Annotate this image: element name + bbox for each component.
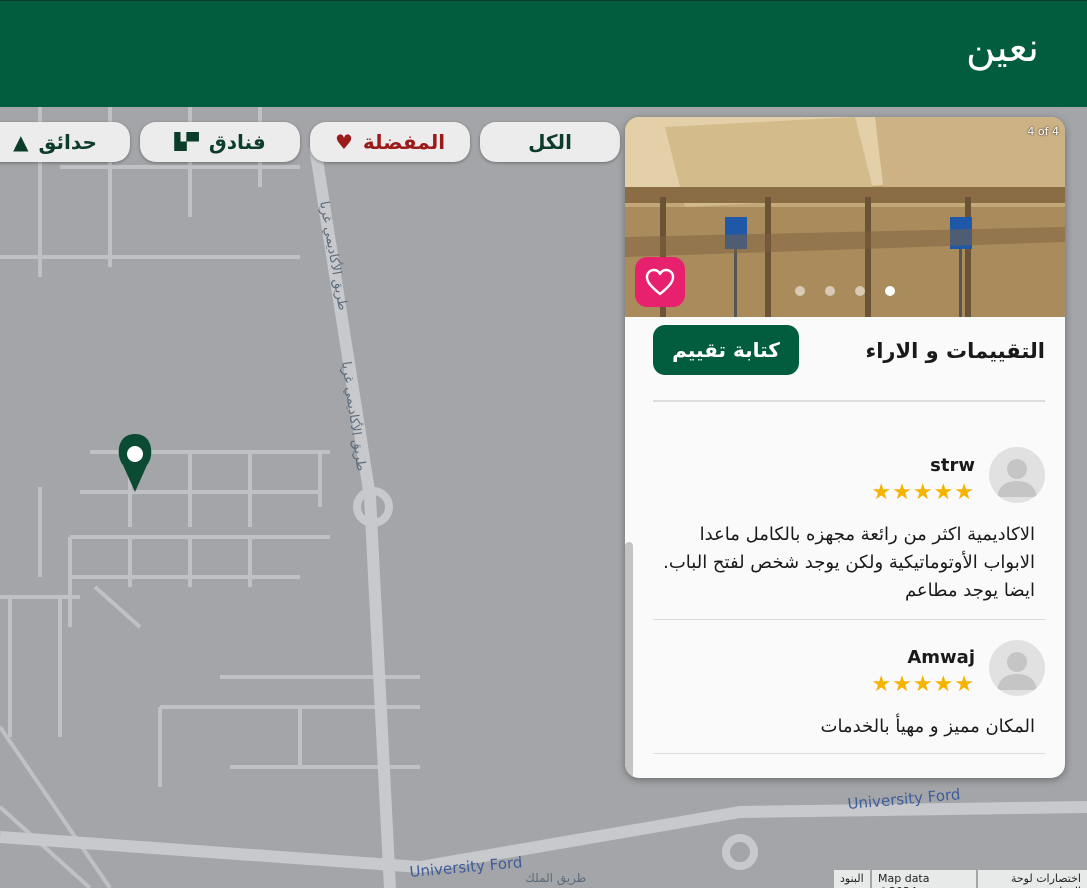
tree-icon: ▲: [13, 130, 29, 154]
carousel-dots: [795, 286, 895, 296]
filter-parks-chip[interactable]: حدائق ▲: [0, 122, 130, 162]
rating-stars: ★★★★★: [871, 480, 975, 505]
carousel-dot[interactable]: [795, 286, 805, 296]
terms-link[interactable]: البنود: [834, 870, 870, 888]
review-author: Amwaj: [907, 647, 975, 668]
carousel-dot[interactable]: [825, 286, 835, 296]
avatar: [989, 447, 1045, 503]
filter-favorites-label: المفضلة: [362, 130, 446, 154]
divider: [653, 619, 1045, 620]
photo-counter: 4 of 4: [1027, 125, 1059, 138]
reviews-title: التقييمات و الاراء: [865, 339, 1045, 363]
carousel-dot[interactable]: [855, 286, 865, 296]
rating-stars: ★★★★★: [871, 672, 975, 697]
avatar: [989, 640, 1045, 696]
road-label: طريق الأكاديمي غربا: [338, 360, 370, 472]
map-pin-icon[interactable]: [118, 434, 152, 492]
place-details-panel: 4 of 4 التقييمات و الاراء كتابة تقييم st…: [625, 117, 1065, 778]
road-label: طريق الأكاديمي غربا: [316, 200, 352, 312]
divider: [653, 753, 1045, 754]
scrollbar-thumb[interactable]: [625, 542, 633, 778]
favorite-button[interactable]: [635, 257, 685, 307]
filter-hotels-label: فنادق: [208, 130, 266, 154]
app-header: نعين: [0, 0, 1087, 107]
filter-all-chip[interactable]: الكل: [480, 122, 620, 162]
user-avatar-icon: [997, 459, 1037, 497]
review-item: strw ★★★★★ الاكاديمية اكثر من رائعة مجهز…: [653, 447, 1045, 619]
filter-favorites-chip[interactable]: المفضلة ♥: [310, 122, 470, 162]
user-avatar-icon: [997, 652, 1037, 690]
hotel-bed-icon: ▀▙: [174, 132, 199, 151]
filter-parks-label: حدائق: [38, 130, 97, 154]
write-review-button[interactable]: كتابة تقييم: [653, 325, 799, 375]
divider: [653, 400, 1045, 402]
carousel-dot-active[interactable]: [885, 286, 895, 296]
road-label: طريق الملك: [525, 871, 586, 886]
place-photo[interactable]: 4 of 4: [625, 117, 1065, 317]
app-logo[interactable]: نعين: [966, 25, 1039, 71]
filter-all-label: الكل: [528, 130, 572, 154]
review-text: الاكاديمية اكثر من رائعة مجهزه بالكامل م…: [663, 524, 1035, 601]
review-text: المكان مميز و مهيأ بالخدمات: [820, 716, 1036, 737]
review-author: strw: [930, 455, 975, 476]
road-label: University Ford: [409, 853, 523, 881]
heart-icon: ♥: [334, 130, 353, 154]
review-item: Amwaj ★★★★★ المكان مميز و مهيأ بالخدمات: [653, 640, 1045, 750]
map-data-credit: Map data ©2024: [872, 870, 976, 888]
keyboard-shortcuts-link[interactable]: اختصارات لوحة المفاتيح: [978, 870, 1087, 888]
filter-hotels-chip[interactable]: فنادق ▀▙: [140, 122, 300, 162]
heart-outline-icon: [645, 268, 675, 296]
